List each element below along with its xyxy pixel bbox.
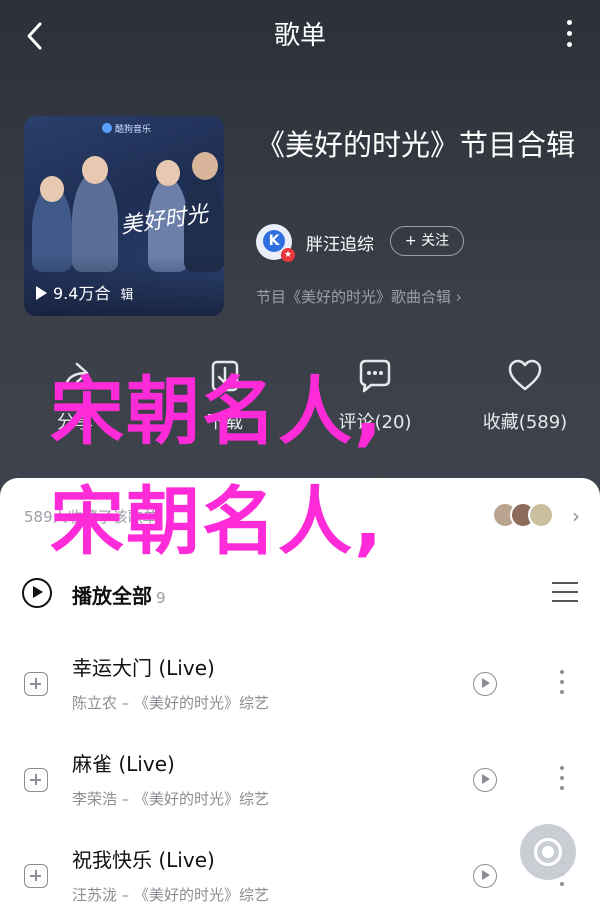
track-count: 9 bbox=[156, 589, 166, 607]
nav-bar: 歌单 bbox=[0, 0, 600, 72]
song-row[interactable]: 祝我快乐 (Live) 汪苏泷 – 《美好的时光》综艺 bbox=[0, 834, 600, 922]
add-to-playlist-icon[interactable] bbox=[24, 672, 48, 696]
song-title: 麻雀 (Live) bbox=[72, 752, 175, 776]
play-video-icon[interactable] bbox=[473, 672, 497, 696]
play-circle-icon[interactable] bbox=[22, 578, 52, 608]
heart-icon bbox=[508, 359, 542, 391]
album-subtitle-link[interactable]: 节目《美好的时光》歌曲合辑 › bbox=[256, 286, 462, 307]
song-row[interactable]: 麻雀 (Live) 李荣浩 – 《美好的时光》综艺 bbox=[0, 738, 600, 834]
watermark-text: 宋朝名人, bbox=[50, 479, 385, 565]
song-meta: 李荣浩 – 《美好的时光》综艺 bbox=[72, 790, 270, 808]
creator-avatar[interactable]: K ★ bbox=[256, 224, 295, 262]
play-video-icon[interactable] bbox=[473, 864, 497, 888]
locate-playing-button[interactable] bbox=[520, 824, 576, 880]
play-all-row[interactable]: 播放全部 9 bbox=[22, 574, 582, 614]
page-title: 歌单 bbox=[273, 21, 326, 51]
collector-avatars bbox=[492, 502, 554, 532]
chevron-right-icon: › bbox=[572, 504, 580, 528]
cover-brand: 酷狗音乐 bbox=[102, 122, 151, 135]
song-title: 幸运大门 (Live) bbox=[72, 656, 215, 680]
song-row[interactable]: 幸运大门 (Live) 陈立农 – 《美好的时光》综艺 bbox=[0, 642, 600, 738]
favorite-button[interactable]: 收藏(589) bbox=[450, 352, 600, 434]
more-icon[interactable] bbox=[562, 20, 576, 52]
follow-button[interactable]: + 关注 bbox=[390, 226, 464, 256]
play-count: 9.4万合辑 bbox=[36, 280, 133, 304]
verified-badge-icon: ★ bbox=[281, 248, 295, 262]
play-triangle-icon bbox=[36, 286, 47, 300]
kugou-logo-icon: K bbox=[263, 230, 285, 252]
song-more-icon[interactable] bbox=[560, 670, 566, 698]
song-meta: 汪苏泷 – 《美好的时光》综艺 bbox=[72, 886, 270, 904]
song-meta: 陈立农 – 《美好的时光》综艺 bbox=[72, 694, 270, 712]
song-more-icon[interactable] bbox=[560, 766, 566, 794]
album-title: 《美好的时光》节目合辑 bbox=[256, 128, 576, 162]
song-title: 祝我快乐 (Live) bbox=[72, 848, 215, 872]
album-cover[interactable]: 酷狗音乐 美好时光 9.4万合辑 bbox=[24, 116, 224, 316]
list-manage-icon[interactable] bbox=[552, 582, 578, 606]
creator-name[interactable]: 胖汪追综 bbox=[306, 230, 374, 255]
add-to-playlist-icon[interactable] bbox=[24, 768, 48, 792]
add-to-playlist-icon[interactable] bbox=[24, 864, 48, 888]
play-all-label[interactable]: 播放全部 9 bbox=[72, 580, 166, 609]
watermark-text: 宋朝名人, bbox=[50, 369, 385, 455]
play-video-icon[interactable] bbox=[473, 768, 497, 792]
